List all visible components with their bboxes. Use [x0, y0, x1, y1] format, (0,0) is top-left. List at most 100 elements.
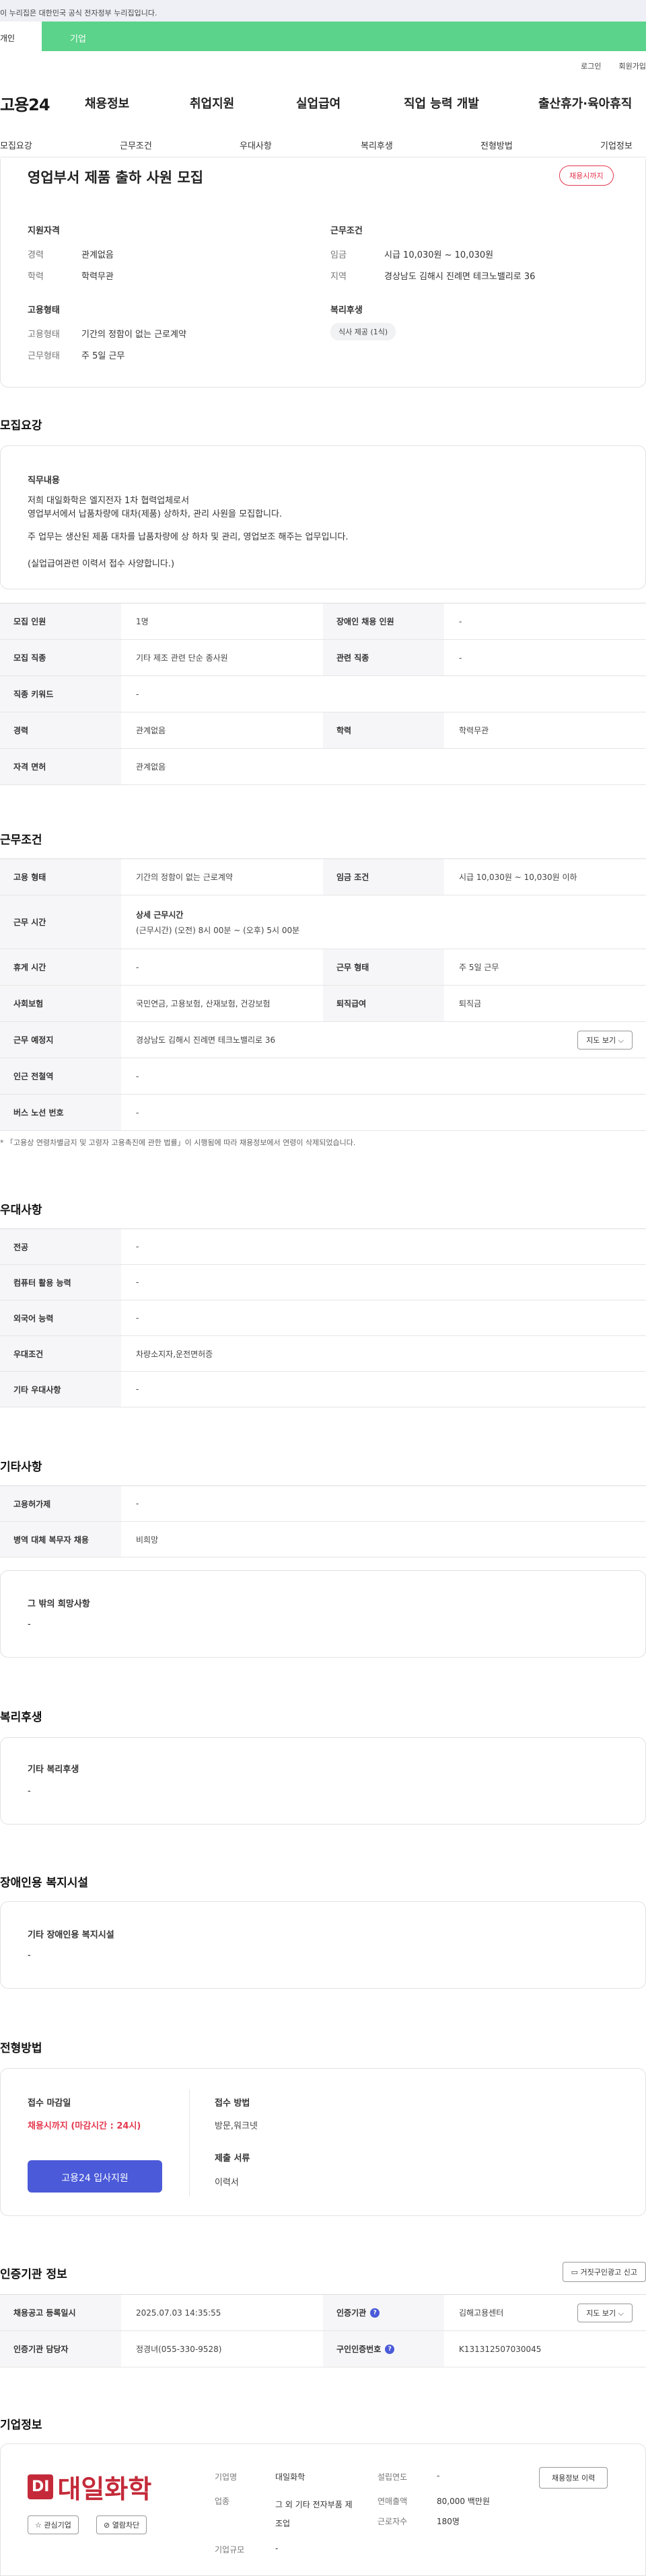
- gnb-item[interactable]: 출산휴가·육아휴직: [538, 94, 632, 112]
- gnb-item[interactable]: 채용정보: [85, 94, 129, 112]
- kv-value: 경상남도 김해시 진례면 테크노밸리로 36: [384, 272, 536, 282]
- report-icon: ▭: [571, 2268, 581, 2277]
- age-law-note: * 「고용상 연령차별금지 및 고령자 고용촉진에 관한 법률」이 시행됨에 따…: [0, 1138, 356, 1147]
- table-header-label: 구인인증번호: [336, 2345, 382, 2354]
- gnb-item[interactable]: 직업 능력 개발: [404, 94, 479, 112]
- cond-title: 근무조건: [330, 226, 363, 236]
- section-heading: 복리후생: [0, 1711, 42, 1724]
- anchor-recruit[interactable]: 모집요강: [0, 139, 32, 151]
- tab-business[interactable]: 기업: [42, 22, 646, 51]
- anchor-company[interactable]: 기업정보: [600, 139, 633, 151]
- table-header: 근무 예정지: [0, 1022, 121, 1058]
- report-ad-label: 거짓구인광고 신고: [580, 2268, 637, 2277]
- box-title: 기타 복리후생: [28, 1765, 79, 1775]
- job-desc-line: 주 업무는 생산된 제품 대차를 납품차량에 상 하차 및 관리, 영업보조 해…: [28, 532, 349, 542]
- kv-key: 기업명: [215, 2472, 238, 2482]
- qual-title: 지원자격: [28, 226, 60, 236]
- apply-button[interactable]: 고용24 입사지원: [28, 2160, 162, 2193]
- box-value: -: [28, 1619, 31, 1629]
- section-heading: 기업정보: [0, 2419, 42, 2432]
- table-header: 장애인 채용 인원: [323, 603, 444, 639]
- report-ad-button[interactable]: ▭ 거짓구인광고 신고: [562, 2262, 646, 2282]
- tab-individual[interactable]: 개인: [0, 22, 42, 51]
- kv-key: 고용형태: [28, 330, 60, 340]
- logo-mark: DI: [28, 2474, 54, 2499]
- global-nav: 고용24 채용정보 취업지원 실업급여 직업 능력 개발 출산휴가·육아휴직: [0, 89, 646, 117]
- box-value: -: [28, 1786, 31, 1796]
- table-row: 고용 형태 기간의 정함이 없는 근로계약 임금 조건 시급 10,030원 ~…: [0, 859, 646, 895]
- table-row: 인근 전철역 -: [0, 1058, 646, 1095]
- table-row: 외국어 능력 -: [0, 1300, 646, 1336]
- signup-link[interactable]: 회원가입: [619, 61, 646, 71]
- table-row: 인증기관 담당자 정경녀(055-330-9528) 구인인증번호? K1313…: [0, 2331, 646, 2367]
- table-header: 인증기관?: [323, 2295, 444, 2330]
- agency-table: 채용공고 등록일시 2025.07.03 14:35:55 인증기관? 김해고용…: [0, 2294, 646, 2367]
- table-cell: 김해고용센터: [459, 2308, 504, 2318]
- hiring-history-button[interactable]: 채용정보 이력: [539, 2467, 608, 2489]
- table-header-label: 인증기관: [336, 2308, 367, 2318]
- anchor-work[interactable]: 근무조건: [120, 139, 152, 151]
- table-row: 모집 인원 1명 장애인 채용 인원 -: [0, 603, 646, 640]
- gov-banner: 이 누리집은 대한민국 공식 전자정부 누리집입니다.: [0, 0, 646, 22]
- table-cell: 기간의 정함이 없는 근로계약: [136, 873, 233, 882]
- table-header: 직종 키워드: [0, 676, 121, 712]
- table-cell: -: [136, 1107, 139, 1117]
- section-heading: 인증기관 정보: [0, 2268, 67, 2281]
- user-type-tabs: 개인 기업: [0, 22, 646, 51]
- block-view-button[interactable]: ⊘ 열람차단: [96, 2515, 147, 2534]
- kv-value: 시급 10,030원 ~ 10,030원: [384, 250, 494, 260]
- docs-title: 제출 서류: [215, 2154, 250, 2164]
- kv-key: 업종: [215, 2497, 230, 2506]
- kv-value: 80,000 백만원: [437, 2497, 490, 2506]
- cond-row: 지역 경상남도 김해시 진례면 테크노밸리로 36: [330, 269, 535, 282]
- table-cell: 상세 근무시간 (근무시간) (오전) 8시 00분 ~ (오후) 5시 00분: [121, 895, 646, 949]
- table-header: 관련 직종: [323, 640, 444, 675]
- login-link[interactable]: 로그인: [581, 61, 601, 71]
- table-cell: 시급 10,030원 ~ 10,030원 이하: [459, 873, 577, 882]
- selection-card: 접수 마감일 채용시까지 (마감시간 : 24시) 고용24 입사지원 접수 방…: [0, 2068, 646, 2216]
- table-row: 고용허가제 -: [0, 1486, 646, 1522]
- table-row: 휴게 시간 - 근무 형태 주 5일 근무: [0, 949, 646, 986]
- table-cell: -: [136, 1499, 139, 1508]
- kv-value: 그 외 기타 전자부품 제조업: [275, 2500, 353, 2528]
- qual-row: 학력 학력무관: [28, 269, 114, 282]
- work-hours-value: (근무시간) (오전) 8시 00분 ~ (오후) 5시 00분: [136, 925, 300, 935]
- table-header: 외국어 능력: [0, 1300, 121, 1335]
- favorite-company-button[interactable]: ☆ 관심기업: [28, 2515, 79, 2534]
- help-icon[interactable]: ?: [370, 2308, 380, 2318]
- status-badge: 채용시까지: [559, 165, 614, 186]
- recruit-table: 모집 인원 1명 장애인 채용 인원 - 모집 직종 기타 제조 관련 단순 종…: [0, 603, 646, 785]
- table-cell: 관계없음: [136, 726, 166, 735]
- help-icon[interactable]: ?: [385, 2344, 395, 2354]
- table-row: 버스 노선 번호 -: [0, 1095, 646, 1131]
- anchor-selection[interactable]: 전형방법: [480, 139, 513, 151]
- disab-box: 기타 장애인용 복지시설 -: [0, 1901, 646, 1989]
- kv-key: 설립연도: [378, 2472, 408, 2482]
- map-button[interactable]: 지도 보기 ⌵: [577, 1030, 633, 1050]
- table-header: 기타 우대사항: [0, 1372, 121, 1407]
- deadline-title: 접수 마감일: [28, 2098, 71, 2108]
- site-logo[interactable]: 고용24: [0, 91, 50, 115]
- anchor-welfare[interactable]: 복리후생: [361, 139, 393, 151]
- table-cell: 관계없음: [136, 762, 166, 772]
- deadline-value: 채용시까지 (마감시간 : 24시): [28, 2121, 141, 2131]
- company-card: DI 대일화학 ☆ 관심기업 ⊘ 열람차단 기업명 대일화학 업종 그 외 기타…: [0, 2443, 646, 2576]
- gnb-item[interactable]: 취업지원: [190, 94, 234, 112]
- table-header: 경력: [0, 712, 121, 748]
- map-button[interactable]: 지도 보기 ⌵: [577, 2303, 633, 2322]
- kv-value: 기간의 정함이 없는 근로계약: [81, 330, 186, 340]
- table-header: 전공: [0, 1229, 121, 1264]
- table-header: 사회보험: [0, 986, 121, 1021]
- table-cell: -: [136, 962, 139, 972]
- kv-value: 관계없음: [81, 250, 114, 260]
- anchor-pref[interactable]: 우대사항: [240, 139, 272, 151]
- table-header: 구인인증번호?: [323, 2331, 444, 2367]
- map-button-wrap: 지도 보기 ⌵: [559, 2303, 646, 2322]
- table-header: 병역 대체 복무자 채용: [0, 1522, 121, 1557]
- section-heading: 우대사항: [0, 1204, 42, 1217]
- section-heading: 장애인용 복지시설: [0, 1876, 89, 1890]
- table-cell: -: [136, 1071, 139, 1081]
- kv-key: 연매출액: [378, 2497, 408, 2506]
- gnb-item[interactable]: 실업급여: [296, 94, 340, 112]
- work-hours-label: 상세 근무시간: [136, 910, 184, 920]
